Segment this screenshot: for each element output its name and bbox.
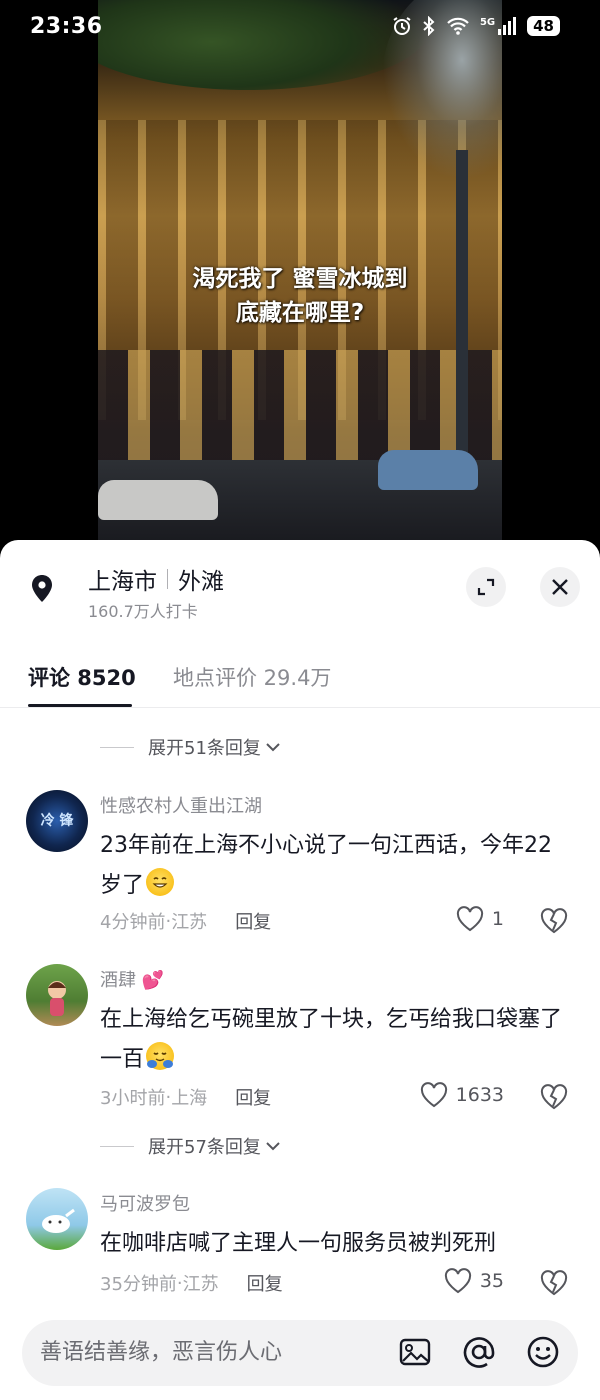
close-icon <box>552 579 568 595</box>
video-car-blue <box>378 450 478 490</box>
comment-username[interactable]: 性感农村人重出江湖 <box>100 792 262 818</box>
alarm-icon <box>392 16 412 36</box>
comment-item: 马可波罗包 在咖啡店喊了主理人一句服务员被判死刑 35分钟前 · 江苏 回复 3… <box>0 1188 600 1308</box>
avatar[interactable] <box>26 1188 88 1250</box>
comment-meta: 4分钟前 · 江苏 回复 <box>100 908 271 934</box>
comment-time: 35分钟前 <box>100 1274 177 1295</box>
emoji-icon[interactable] <box>526 1335 560 1373</box>
tab-active-indicator <box>28 704 132 707</box>
comment-text: 在咖啡店喊了主理人一句服务员被判死刑 <box>100 1231 497 1256</box>
location-checkins: 160.7万人打卡 <box>88 602 198 621</box>
video-caption-line1: 渴死我了 蜜雪冰城到 <box>192 266 408 292</box>
expand-replies-button[interactable]: 展开57条回复 <box>100 1131 281 1161</box>
status-time: 23:36 <box>30 14 103 39</box>
reply-button[interactable]: 回复 <box>235 908 271 934</box>
status-bar: 23:36 5G 48 <box>0 0 600 58</box>
image-icon[interactable] <box>398 1335 432 1373</box>
comment-input[interactable] <box>40 1320 370 1386</box>
comment-region: 江苏 <box>171 912 208 933</box>
fullscreen-icon <box>477 578 495 596</box>
avatar-text: 冷 锋 <box>40 813 74 829</box>
grinning-emoji-icon <box>146 868 175 896</box>
expand-divider <box>100 746 134 748</box>
hearts-emoji-icon: 💕 <box>141 970 165 991</box>
comment-time: 3小时前 <box>100 1088 166 1109</box>
heart-icon <box>444 1268 471 1294</box>
comment-meta: 35分钟前 · 江苏 回复 <box>100 1270 283 1296</box>
comment-username-text: 酒肆 <box>100 970 136 991</box>
location-header[interactable]: 上海市 外滩 160.7万人打卡 <box>0 540 600 636</box>
comment-item: 酒肆 💕 在上海给乞丐碗里放了十块，乞丐给我口袋塞了一百 3小时前 · 上海 回… <box>0 964 600 1124</box>
comment-item: 冷 锋 性感农村人重出江湖 23年前在上海不小心说了一句江西话，今年22岁了 4… <box>0 790 600 950</box>
like-button[interactable]: 1 <box>456 906 504 932</box>
close-button[interactable] <box>540 567 580 607</box>
expand-divider <box>100 1145 134 1147</box>
signal-icon: 5G <box>480 17 517 35</box>
comment-text: 23年前在上海不小心说了一句江西话，今年22岁了 <box>100 826 570 906</box>
avatar[interactable] <box>26 964 88 1026</box>
tab-place-reviews[interactable]: 地点评价 29.4万 <box>173 662 331 692</box>
fullscreen-button[interactable] <box>466 567 506 607</box>
video-caption: 渴死我了 蜜雪冰城到 底藏在哪里? <box>98 262 502 330</box>
expand-replies-label: 展开57条回复 <box>148 1137 261 1158</box>
comment-text: 在上海给乞丐碗里放了十块，乞丐给我口袋塞了一百 <box>100 1000 570 1080</box>
mention-icon[interactable] <box>462 1335 496 1373</box>
video-car-white <box>98 480 218 520</box>
comment-username[interactable]: 酒肆 💕 <box>100 966 164 992</box>
avatar[interactable]: 冷 锋 <box>26 790 88 852</box>
bluetooth-icon <box>422 16 436 36</box>
location-title: 上海市 外滩 <box>88 562 224 596</box>
battery-icon: 48 <box>527 16 560 36</box>
like-button[interactable]: 35 <box>444 1268 504 1294</box>
dislike-button[interactable] <box>540 1084 568 1114</box>
chevron-down-icon <box>266 743 280 752</box>
dislike-button[interactable] <box>540 1270 568 1300</box>
location-place: 外滩 <box>178 569 224 595</box>
comment-meta: 3小时前 · 上海 回复 <box>100 1084 271 1110</box>
comments-sheet: 上海市 外滩 160.7万人打卡 评论 8520 地点评价 29.4万 展开51… <box>0 540 600 1400</box>
like-button[interactable]: 1633 <box>420 1082 504 1108</box>
video-player[interactable]: 渴死我了 蜜雪冰城到 底藏在哪里? <box>98 0 502 540</box>
hug-emoji-icon <box>146 1042 175 1070</box>
broken-heart-icon <box>540 1270 568 1296</box>
tab-bar: 评论 8520 地点评价 29.4万 <box>0 650 600 708</box>
broken-heart-icon <box>540 1084 568 1110</box>
tab-comments[interactable]: 评论 8520 <box>28 662 136 692</box>
dislike-button[interactable] <box>540 908 568 938</box>
reply-button[interactable]: 回复 <box>247 1270 283 1296</box>
comment-region: 江苏 <box>182 1274 219 1295</box>
comment-input-bar <box>22 1320 578 1386</box>
status-icons: 5G 48 <box>392 16 560 36</box>
chevron-down-icon <box>266 1142 280 1151</box>
location-pin-icon <box>30 574 54 608</box>
like-count: 35 <box>479 1270 504 1292</box>
wifi-icon <box>446 17 470 35</box>
comment-username[interactable]: 马可波罗包 <box>100 1190 190 1216</box>
location-city: 上海市 <box>88 569 157 595</box>
heart-icon <box>456 906 483 932</box>
reply-button[interactable]: 回复 <box>235 1084 271 1110</box>
video-caption-line2: 底藏在哪里? <box>235 300 365 326</box>
video-arches <box>98 350 502 460</box>
comment-region: 上海 <box>171 1088 208 1109</box>
like-count: 1 <box>491 908 504 930</box>
expand-replies-label: 展开51条回复 <box>148 738 261 759</box>
location-divider <box>167 569 168 589</box>
broken-heart-icon <box>540 908 568 934</box>
comment-time: 4分钟前 <box>100 912 166 933</box>
like-count: 1633 <box>455 1084 504 1106</box>
network-label: 5G <box>479 17 496 28</box>
heart-icon <box>420 1082 447 1108</box>
expand-replies-button[interactable]: 展开51条回复 <box>100 732 281 762</box>
